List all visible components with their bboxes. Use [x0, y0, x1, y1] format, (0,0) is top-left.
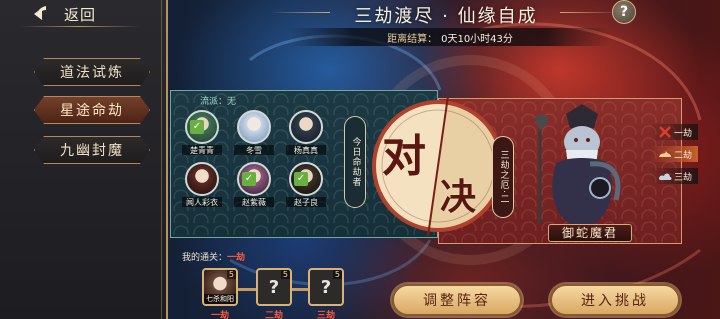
hero-portrait: [237, 110, 271, 144]
checkmark-icon: ✓: [242, 172, 256, 186]
stage-label-3: 三劫: [316, 311, 335, 319]
clear-value: 一劫: [227, 253, 246, 263]
header-line-left: [270, 12, 330, 13]
faction-value: 无: [227, 97, 237, 107]
back-button[interactable]: 返回: [32, 2, 120, 26]
stage-tab-1[interactable]: 一劫: [650, 124, 698, 140]
hero-card[interactable]: ✓ 赵紫薇: [234, 162, 274, 212]
duel-char-jue: 决: [440, 176, 477, 218]
hero-name: 冬雪: [234, 145, 274, 155]
boss-portrait: [534, 104, 621, 228]
faction-label: 流派：: [200, 97, 228, 107]
boss-name: 御蛇魔君: [548, 224, 632, 242]
hero-portrait: ✓: [237, 162, 271, 196]
header-line-right: [560, 12, 620, 13]
enter-challenge-button[interactable]: 进入挑战: [550, 284, 680, 316]
stage-tab-label: 一劫: [673, 128, 692, 139]
stage-label-1: 一劫: [210, 311, 229, 319]
stage-tab-3[interactable]: 三劫: [650, 168, 698, 184]
sidebar-item-label: 道法试炼: [60, 65, 124, 81]
stage-tab-label: 三劫: [673, 172, 692, 183]
settlement-countdown: 距离结算： 0天10小时43分: [290, 28, 610, 46]
hero-portrait: [185, 162, 219, 196]
stage-card-3[interactable]: ? 5: [308, 268, 344, 306]
stage-card-2[interactable]: ? 5: [256, 268, 292, 306]
back-underline: [20, 26, 140, 27]
hero-card[interactable]: 杨真真: [286, 110, 326, 160]
my-clear-status: 我的通关：一劫: [182, 250, 245, 263]
clear-label: 我的通关：: [182, 253, 228, 263]
back-label: 返回: [64, 5, 97, 24]
stage-card-caption: 七杀和阳: [204, 294, 236, 304]
stage-label-2: 二劫: [264, 311, 283, 319]
checkmark-icon: ✓: [294, 172, 308, 186]
hero-card[interactable]: 冬雪: [234, 110, 274, 160]
hero-name: 楚青青: [182, 145, 222, 155]
duel-char-dui: 对: [382, 131, 426, 182]
hero-card[interactable]: ✓ 楚青青: [182, 110, 222, 160]
help-button[interactable]: ?: [612, 0, 636, 24]
hero-portrait: ✓: [289, 162, 323, 196]
hero-portrait: [289, 110, 323, 144]
sidebar-item-label: 九幽封魔: [60, 143, 124, 159]
page-title: 三劫渡尽 · 仙缘自成: [354, 6, 538, 27]
countdown-value: 0天10小时43分: [441, 33, 513, 45]
countdown-label: 距离结算：: [387, 33, 438, 45]
stage-card-level: 5: [280, 270, 290, 279]
sidebar-item-jiuyou-seal[interactable]: 九幽封魔: [34, 136, 150, 164]
calamity-tag: 三劫之厄·二: [492, 136, 514, 218]
stage-tab-label: 二劫: [673, 150, 692, 161]
hero-portrait: ✓: [185, 110, 219, 144]
faction-row: 流派：无: [200, 94, 236, 107]
hero-name: 赵紫薇: [234, 197, 274, 207]
hero-card[interactable]: ✓ 赵子良: [286, 162, 326, 212]
stage-card-1[interactable]: 5 七杀和阳: [202, 268, 238, 306]
checkmark-icon: ✓: [190, 120, 204, 134]
adjust-lineup-button[interactable]: 调整阵容: [392, 284, 522, 316]
flame-cloud-icon: [659, 151, 671, 157]
hero-name: 赵子良: [286, 197, 326, 207]
today-calamity-tag: 今日命劫者: [344, 116, 366, 208]
sidebar-item-label: 星途命劫: [60, 103, 124, 119]
defeated-x-icon: [659, 126, 671, 138]
hero-card[interactable]: 闻人彩衣: [182, 162, 222, 212]
hero-name: 闻人彩衣: [182, 197, 222, 207]
sidebar-item-daofa-trial[interactable]: 道法试炼: [34, 58, 150, 86]
sidebar-item-xingtu-calamity[interactable]: 星途命劫: [34, 96, 150, 124]
help-icon: ?: [619, 4, 629, 20]
stage-tab-2[interactable]: 二劫: [650, 146, 698, 162]
stage-card-level: 5: [226, 270, 236, 279]
cloud-icon: [659, 173, 672, 180]
hero-name: 杨真真: [286, 145, 326, 155]
back-arrow-icon: [34, 6, 46, 20]
stage-card-level: 5: [332, 270, 342, 279]
